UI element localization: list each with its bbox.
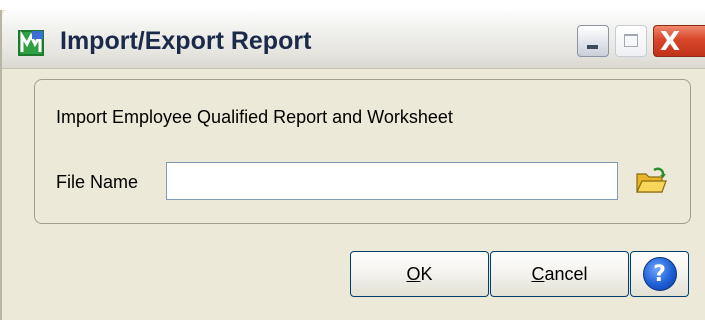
help-button[interactable]: ? (630, 251, 689, 297)
cancel-mnemonic: C (531, 263, 545, 284)
cancel-button[interactable]: Cancel (490, 251, 629, 297)
window-title: Import/Export Report (60, 27, 312, 55)
maximize-icon (624, 34, 638, 47)
open-folder-icon[interactable] (634, 166, 668, 196)
file-name-input[interactable] (166, 162, 618, 200)
close-icon: X (660, 27, 681, 57)
minimize-icon (587, 45, 598, 49)
cancel-label-rest: ancel (544, 263, 588, 284)
minimize-button[interactable] (577, 25, 609, 57)
maximize-button[interactable] (615, 25, 647, 57)
ok-label-rest: K (420, 263, 433, 284)
file-name-label: File Name (56, 172, 139, 192)
import-group-box (34, 79, 691, 224)
ok-mnemonic: O (406, 263, 421, 284)
sage-mas-icon[interactable] (18, 30, 44, 56)
ok-button[interactable]: OK (350, 251, 489, 297)
help-icon: ? (642, 257, 677, 291)
title-bar[interactable]: Import/Export Report X (2, 10, 705, 69)
import-heading: Import Employee Qualified Report and Wor… (56, 107, 453, 127)
close-button[interactable]: X (653, 25, 705, 57)
